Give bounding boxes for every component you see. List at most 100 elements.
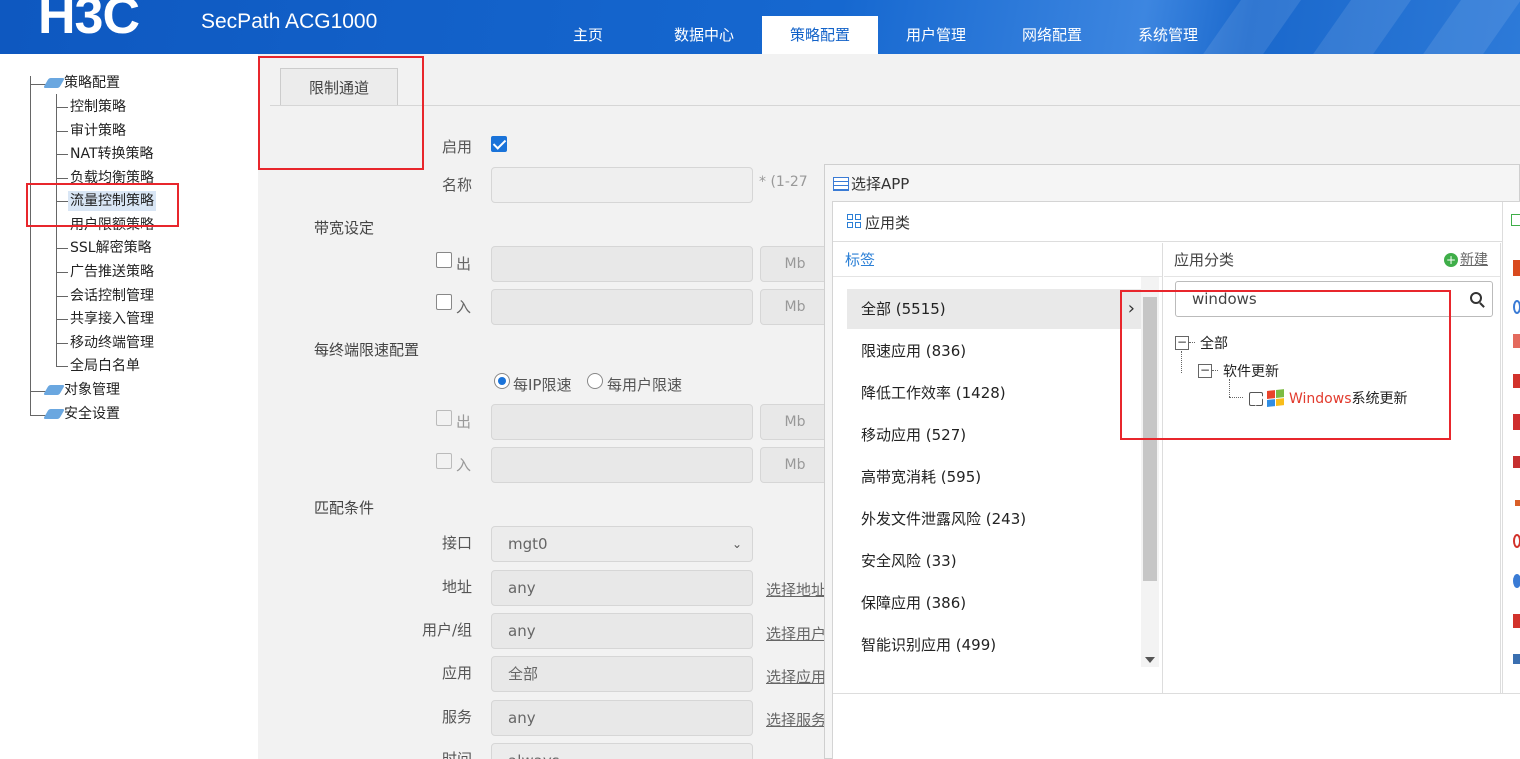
sidebar-tree: 策略配置 控制策略 审计策略 NAT转换策略 负载均衡策略 流量控制策略 用户限… xyxy=(0,54,258,759)
per-ip-radio[interactable] xyxy=(494,373,510,389)
bandwidth-in-input[interactable] xyxy=(491,289,753,325)
sidebar-root-policy-config[interactable]: 策略配置 xyxy=(43,73,120,93)
name-label: 名称 xyxy=(441,176,472,194)
select-address-link[interactable]: 选择地址 xyxy=(766,579,824,600)
sidebar-item-shared-access[interactable]: 共享接入管理 xyxy=(70,309,154,329)
address-input[interactable]: any xyxy=(491,570,753,606)
per-user-radio[interactable] xyxy=(587,373,603,389)
terminal-out-input[interactable] xyxy=(491,404,753,440)
nav-network-config[interactable]: 网络配置 xyxy=(994,16,1110,54)
app-class-title: 应用分类 xyxy=(1174,251,1235,269)
sidebar-root-object-management[interactable]: 对象管理 xyxy=(43,380,120,400)
tag-item[interactable]: 移动应用 (527) xyxy=(847,415,1143,455)
select-app-link[interactable]: 选择应用 xyxy=(766,666,824,687)
user-group-label: 用户/组 xyxy=(421,621,472,639)
terminal-out-checkbox[interactable] xyxy=(436,410,452,426)
app-icon xyxy=(1513,414,1520,430)
app-class-header: 应用分类 + 新建 xyxy=(1164,243,1500,277)
time-select[interactable]: always xyxy=(491,743,753,759)
dialog-footer xyxy=(833,693,1520,759)
name-hint: * (1-27 xyxy=(759,174,808,190)
folder-icon xyxy=(43,385,65,395)
tree-line xyxy=(56,248,68,249)
nav-home[interactable]: 主页 xyxy=(530,16,646,54)
time-label: 时间 xyxy=(441,750,472,759)
terminal-in-label: 入 xyxy=(456,456,472,474)
bandwidth-in-checkbox[interactable] xyxy=(436,294,452,310)
app-icon xyxy=(1513,654,1520,664)
app-input[interactable]: 全部 xyxy=(491,656,753,692)
sidebar-item-audit-policy[interactable]: 审计策略 xyxy=(70,121,126,141)
tag-item[interactable]: 智能识别应用 (499) xyxy=(847,625,1143,665)
app-group-header: 应用类 xyxy=(833,202,1520,242)
top-header: H3C SecPath ACG1000 主页 数据中心 策略配置 用户管理 网络… xyxy=(0,0,1520,54)
product-name: SecPath ACG1000 xyxy=(201,10,378,33)
sidebar-item-session-control[interactable]: 会话控制管理 xyxy=(70,286,154,306)
service-input[interactable]: any xyxy=(491,700,753,736)
user-group-input[interactable]: any xyxy=(491,613,753,649)
bandwidth-section-title: 带宽设定 xyxy=(314,219,375,237)
bandwidth-out-checkbox[interactable] xyxy=(436,252,452,268)
enable-checkbox[interactable] xyxy=(491,136,507,152)
terminal-in-input[interactable] xyxy=(491,447,753,483)
search-icon-handle xyxy=(1479,302,1485,308)
tag-item[interactable]: 限速应用 (836) xyxy=(847,331,1143,371)
per-terminal-section-title: 每终端限速配置 xyxy=(314,341,420,359)
per-user-label: 每用户限速 xyxy=(607,376,683,394)
tag-item[interactable]: 外发文件泄露风险 (243) xyxy=(847,499,1143,539)
tag-list-panel: 标签 全部 (5515) › 限速应用 (836) 降低工作效率 (1428) 移… xyxy=(833,243,1163,693)
nav-user-management[interactable]: 用户管理 xyxy=(878,16,994,54)
dialog-title-text: 选择APP xyxy=(851,175,910,193)
app-icon xyxy=(1513,574,1520,588)
tag-item[interactable]: 全部 (5515) › xyxy=(847,289,1143,329)
interface-select[interactable]: mgt0 ⌄ xyxy=(491,526,753,562)
plus-icon: + xyxy=(1444,253,1458,267)
highlight-box xyxy=(1120,290,1451,440)
bandwidth-out-unit: Mb xyxy=(760,246,830,282)
sidebar-root-security-settings[interactable]: 安全设置 xyxy=(43,404,120,424)
highlight-box xyxy=(26,183,179,227)
dialog-title: 选择APP xyxy=(833,173,909,194)
right-partial-panel xyxy=(1502,202,1520,693)
dialog-body: 应用类 标签 全部 (5515) › 限速应用 (836) 降低工作效率 (142… xyxy=(832,201,1520,759)
tree-line xyxy=(56,107,68,108)
new-category-button[interactable]: + 新建 xyxy=(1444,243,1488,277)
bandwidth-in-unit: Mb xyxy=(760,289,830,325)
header-decoration xyxy=(1301,0,1419,54)
tag-list-header: 标签 xyxy=(833,243,1162,277)
tab-divider xyxy=(270,105,1520,106)
sidebar-item-control-policy[interactable]: 控制策略 xyxy=(70,97,126,117)
highlight-box xyxy=(258,56,424,170)
sidebar-item-ad-push-policy[interactable]: 广告推送策略 xyxy=(70,262,154,282)
tag-item[interactable]: 保障应用 (386) xyxy=(847,583,1143,623)
nav-data-center[interactable]: 数据中心 xyxy=(646,16,762,54)
tree-line xyxy=(56,272,68,273)
sidebar-item-nat-policy[interactable]: NAT转换策略 xyxy=(70,144,154,164)
grid-icon xyxy=(847,214,861,228)
terminal-out-label: 出 xyxy=(456,413,472,431)
terminal-in-checkbox[interactable] xyxy=(436,453,452,469)
app-icon xyxy=(1513,300,1520,314)
name-input[interactable] xyxy=(491,167,753,203)
checkbox-icon xyxy=(1511,214,1520,226)
tag-item[interactable]: 高带宽消耗 (595) xyxy=(847,457,1143,497)
sidebar-item-mobile-terminal[interactable]: 移动终端管理 xyxy=(70,333,154,353)
tree-line xyxy=(30,76,31,416)
scroll-down-icon[interactable] xyxy=(1145,657,1155,663)
nav-system-management[interactable]: 系统管理 xyxy=(1110,16,1226,54)
sidebar-item-ssl-decrypt-policy[interactable]: SSL解密策略 xyxy=(70,238,152,258)
app-label: 应用 xyxy=(441,664,472,682)
select-service-link[interactable]: 选择服务 xyxy=(766,709,824,730)
sidebar-item-label: 对象管理 xyxy=(64,382,120,398)
nav-policy-config[interactable]: 策略配置 xyxy=(762,16,878,54)
interface-value: mgt0 xyxy=(508,535,548,553)
tag-item[interactable]: 降低工作效率 (1428) xyxy=(847,373,1143,413)
sidebar-item-global-whitelist[interactable]: 全局白名单 xyxy=(70,356,140,376)
address-label: 地址 xyxy=(441,578,472,596)
tag-item[interactable]: 安全风险 (33) xyxy=(847,541,1143,581)
select-user-link[interactable]: 选择用户 xyxy=(766,623,824,644)
bandwidth-out-input[interactable] xyxy=(491,246,753,282)
header-decoration xyxy=(1411,0,1520,54)
window-icon xyxy=(833,177,849,191)
top-nav: 主页 数据中心 策略配置 用户管理 网络配置 系统管理 xyxy=(530,16,1226,54)
